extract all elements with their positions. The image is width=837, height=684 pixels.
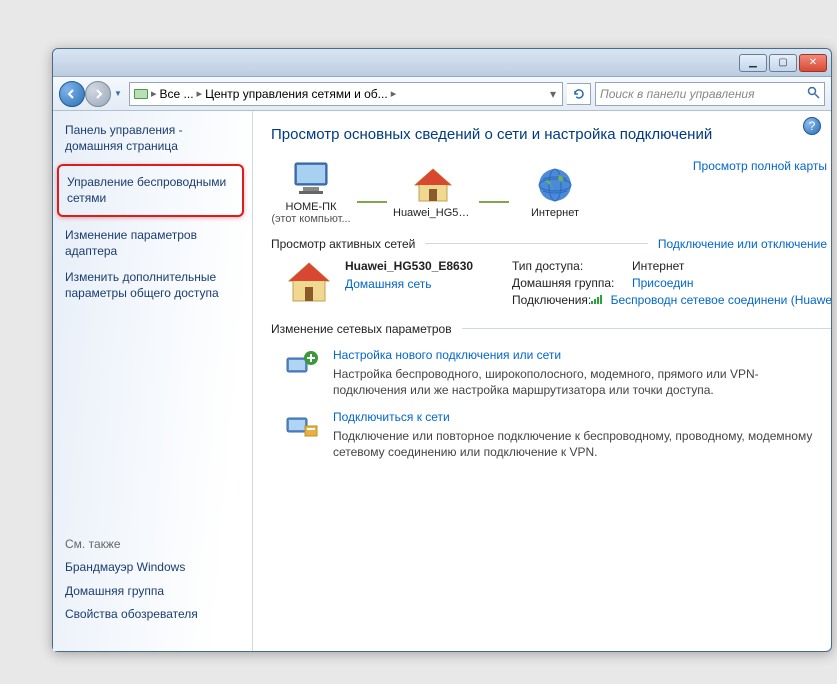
view-full-map-link[interactable]: Просмотр полной карты [693,159,831,173]
nav-arrows: ▼ [59,81,125,107]
crumb-dropdown-icon[interactable]: ▾ [546,87,560,101]
house-icon [285,259,333,305]
search-input[interactable]: Поиск в панели управления [595,82,825,106]
node-pc-label: HOME-ПК [271,201,351,213]
arrow-right-icon [92,88,104,100]
crumb-2[interactable]: Центр управления сетями и об... [203,87,390,101]
nav-history-button[interactable]: ▼ [111,84,125,104]
sidebar-home-link[interactable]: Панель управления - домашняя страница [65,123,240,154]
connect-network-item[interactable]: Подключиться к сети Подключение или повт… [285,410,831,460]
map-link-line [357,201,387,203]
active-network: Huawei_HG530_E8630 Домашняя сеть Тип дос… [285,259,831,310]
node-this-pc[interactable]: HOME-ПК (этот компьют... [271,159,351,225]
navbar: ▼ ▸ Все ... ▸ Центр управления сетями и … [53,77,831,111]
sidebar-item-adapter[interactable]: Изменение параметров адаптера [65,227,240,259]
forward-button[interactable] [85,81,111,107]
crumb-1[interactable]: Все ... [158,87,196,101]
network-settings-label: Изменение сетевых параметров [271,322,452,336]
prop-homegroup-label: Домашняя группа: [512,276,632,290]
see-also-homegroup[interactable]: Домашняя группа [65,583,240,599]
prop-access-label: Тип доступа: [512,259,632,273]
window: ▁ ▢ ✕ ▼ ▸ Все ... ▸ Центр управления сет… [52,48,832,652]
node-internet[interactable]: Интернет [515,165,595,219]
active-networks-header: Просмотр активных сетей Подключение или … [271,237,831,251]
active-networks-label: Просмотр активных сетей [271,237,415,251]
sidebar: Панель управления - домашняя страница Уп… [53,111,253,651]
network-map: HOME-ПК (этот компьют... Huawei_HG530... [271,159,831,225]
network-type-link[interactable]: Домашняя сеть [345,277,500,291]
page-title: Просмотр основных сведений о сети и наст… [271,125,811,145]
setup-new-connection-link[interactable]: Настройка нового подключения или сети [333,348,813,362]
close-button[interactable]: ✕ [799,54,827,72]
connect-network-link[interactable]: Подключиться к сети [333,410,813,424]
connect-network-icon [285,410,321,444]
wifi-icon [591,293,606,307]
refresh-button[interactable] [567,83,591,105]
search-placeholder: Поиск в панели управления [600,87,755,101]
globe-icon [533,165,577,205]
minimize-button[interactable]: ▁ [739,54,767,72]
new-connection-icon [285,348,321,382]
prop-access-value: Интернет [632,259,684,273]
crumb-sep-icon: ▸ [196,87,204,100]
breadcrumb[interactable]: ▸ Все ... ▸ Центр управления сетями и об… [129,82,563,106]
prop-homegroup-link[interactable]: Присоедин [632,276,694,290]
computer-icon [289,159,333,199]
node-router[interactable]: Huawei_HG530... [393,165,473,219]
house-icon [411,165,455,205]
connect-disconnect-link[interactable]: Подключение или отключение [658,237,831,251]
setup-new-connection-desc: Настройка беспроводного, широкополосного… [333,366,813,398]
sidebar-item-wireless[interactable]: Управление беспроводными сетями [57,164,244,216]
back-button[interactable] [59,81,85,107]
setup-new-connection-item[interactable]: Настройка нового подключения или сети На… [285,348,831,398]
body: ? Панель управления - домашняя страница … [53,111,831,651]
node-router-label: Huawei_HG530... [393,207,473,219]
prop-connections-link[interactable]: Беспроводн сетевое соединени (Huawei_HG [591,293,831,307]
maximize-button[interactable]: ▢ [769,54,797,72]
crumb-sep-icon: ▸ [390,87,398,100]
network-settings-header: Изменение сетевых параметров [271,322,831,336]
search-icon [807,86,820,102]
see-also-firewall[interactable]: Брандмауэр Windows [65,559,240,575]
node-internet-label: Интернет [515,207,595,219]
node-pc-sublabel: (этот компьют... [271,213,351,225]
network-name: Huawei_HG530_E8630 [345,259,500,273]
arrow-left-icon [66,88,78,100]
help-button[interactable]: ? [803,117,821,135]
control-panel-icon [132,85,150,103]
map-link-line [479,201,509,203]
main-content: Просмотр основных сведений о сети и наст… [253,111,831,651]
crumb-sep-icon: ▸ [150,87,158,100]
titlebar: ▁ ▢ ✕ [53,49,831,77]
connect-network-desc: Подключение или повторное подключение к … [333,428,813,460]
prop-connections-label: Подключения: [512,293,591,307]
sidebar-item-sharing[interactable]: Изменить дополнительные параметры общего… [65,269,240,301]
see-also-browser[interactable]: Свойства обозревателя [65,606,240,622]
see-also-label: См. также [65,537,240,551]
refresh-icon [572,87,586,101]
